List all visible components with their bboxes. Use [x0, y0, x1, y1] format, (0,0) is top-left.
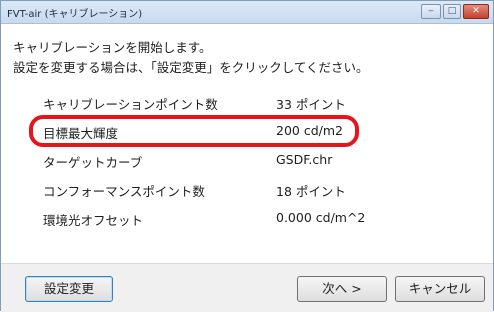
- setting-label: ターゲットカーブ: [43, 155, 143, 170]
- setting-row-calibration-points: キャリブレーションポイント数 33 ポイント: [43, 94, 443, 114]
- setting-value: 0.000 cd/m^2: [276, 210, 366, 225]
- setting-row-target-curve: ターゲットカーブ GSDF.chr: [43, 152, 443, 172]
- setting-label: コンフォーマンスポイント数: [43, 184, 205, 199]
- setting-label: 環境光オフセット: [43, 213, 144, 228]
- setting-label: キャリブレーションポイント数: [43, 97, 218, 112]
- calibration-window: FVT-air (キャリブレーション) ‒ □ ✕ キャリブレーションを開始しま…: [0, 0, 494, 312]
- highlight-annotation: [29, 115, 359, 147]
- setting-row-conformance-points: コンフォーマンスポイント数 18 ポイント: [43, 181, 443, 201]
- setting-value: GSDF.chr: [276, 152, 333, 167]
- instruction-line-1: キャリブレーションを開始します。: [13, 40, 212, 55]
- instruction-line-2: 設定を変更する場合は、「設定変更」をクリックしてください。: [13, 60, 369, 75]
- maximize-button[interactable]: □: [443, 4, 461, 19]
- button-bar: 設定変更 次へ > キャンセル: [1, 263, 493, 312]
- window-title: FVT-air (キャリブレーション): [7, 9, 143, 20]
- close-button[interactable]: ✕: [463, 4, 489, 19]
- next-button[interactable]: 次へ >: [297, 276, 387, 302]
- setting-value: 18 ポイント: [276, 184, 346, 199]
- cancel-button[interactable]: キャンセル: [395, 276, 485, 302]
- setting-row-ambient-offset: 環境光オフセット 0.000 cd/m^2: [43, 210, 443, 230]
- setting-value: 33 ポイント: [276, 97, 346, 112]
- title-bar[interactable]: FVT-air (キャリブレーション) ‒ □ ✕: [1, 1, 493, 24]
- minimize-button[interactable]: ‒: [421, 4, 441, 19]
- change-settings-button[interactable]: 設定変更: [25, 276, 113, 302]
